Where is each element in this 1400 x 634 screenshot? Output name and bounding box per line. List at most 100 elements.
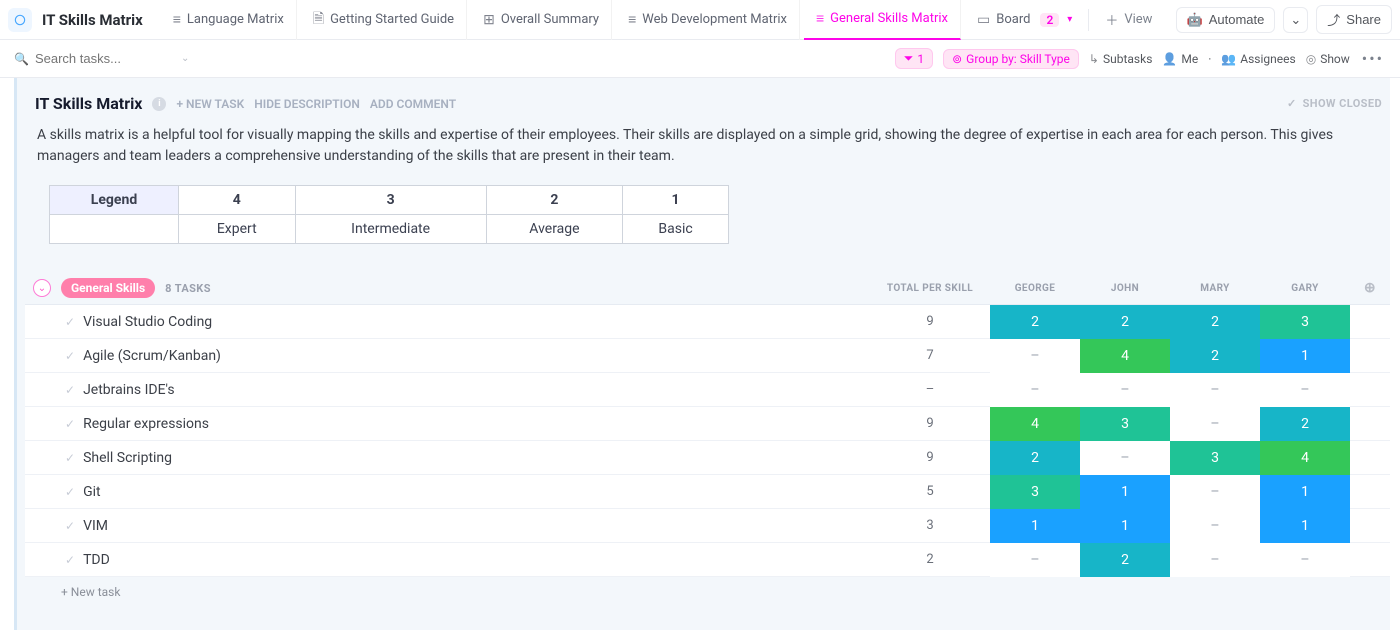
search-input[interactable] [35,51,175,66]
search-wrap: 🔍 ⌄ [14,51,214,66]
plus-icon: ＋ [1105,10,1118,29]
table-row[interactable]: ✓Git531–1 [25,475,1390,509]
table-row[interactable]: ✓Shell Scripting92–34 [25,441,1390,475]
group-by-chip[interactable]: ⊚Group by: Skill Type [943,49,1079,69]
skill-value-cell[interactable]: – [1170,475,1260,509]
info-icon[interactable] [152,97,166,111]
subtasks-toggle[interactable]: ↳Subtasks [1089,52,1152,66]
tab-web-dev-matrix[interactable]: ≡Web Development Matrix [616,0,800,40]
tab-getting-started[interactable]: 🗎Getting Started Guide [301,0,467,40]
skill-value-cell[interactable]: 1 [1080,475,1170,509]
skill-value-cell[interactable]: 2 [990,305,1080,339]
group-collapse-toggle[interactable]: ⌄ [33,279,51,297]
skill-value-cell[interactable]: – [1170,407,1260,441]
skill-value-cell[interactable]: 2 [1080,305,1170,339]
eye-icon: ◎ [1306,52,1316,66]
skill-value-cell[interactable]: – [990,339,1080,373]
task-name-cell[interactable]: ✓Visual Studio Coding [25,314,870,330]
tab-general-skills-matrix[interactable]: ≡General Skills Matrix [804,0,961,40]
more-menu[interactable]: ••• [1360,49,1386,68]
table-row[interactable]: ✓TDD2–2–– [25,543,1390,577]
assignees-toggle[interactable]: 👥Assignees [1221,52,1295,66]
col-person-header[interactable]: JOHN [1080,283,1170,294]
legend-header: Legend [50,186,179,215]
skill-value-cell[interactable]: – [1260,543,1350,577]
chevron-down-icon[interactable]: ⌄ [181,53,189,64]
table-row[interactable]: ✓Regular expressions943–2 [25,407,1390,441]
skill-value-cell[interactable]: 2 [1080,543,1170,577]
task-name-cell[interactable]: ✓Git [25,484,870,500]
automate-chevron-button[interactable]: ⌄ [1283,7,1308,33]
check-icon: ✓ [65,349,75,363]
new-task-link[interactable]: + NEW TASK [176,97,244,111]
skill-value-cell[interactable]: 1 [1080,509,1170,543]
skill-value-cell[interactable]: 2 [1260,407,1350,441]
skill-value-cell[interactable]: 1 [1260,475,1350,509]
skill-value-cell[interactable]: 1 [990,509,1080,543]
panel-title: IT Skills Matrix [35,94,142,113]
skill-value-cell[interactable]: 2 [1170,305,1260,339]
skill-value-cell[interactable]: – [1170,373,1260,407]
tab-overall-summary[interactable]: ⊞Overall Summary [471,0,612,40]
toolbar: 🔍 ⌄ ⏷1 ⊚Group by: Skill Type ↳Subtasks 👤… [0,40,1400,78]
tab-label: Web Development Matrix [642,12,787,27]
table-row[interactable]: ✓Visual Studio Coding92223 [25,305,1390,339]
task-name-cell[interactable]: ✓Regular expressions [25,416,870,432]
me-toggle[interactable]: 👤Me [1162,52,1198,66]
task-name-cell[interactable]: ✓TDD [25,552,870,568]
show-closed-toggle[interactable]: ✓SHOW CLOSED [1287,97,1382,110]
skill-value-cell[interactable]: – [990,543,1080,577]
skill-value-cell[interactable]: 3 [1080,407,1170,441]
table-icon: ⊞ [483,12,495,28]
skill-value-cell[interactable]: – [990,373,1080,407]
share-button[interactable]: ⤴ Share [1316,5,1392,34]
legend-level: 1 [623,186,729,215]
main-panel: IT Skills Matrix + NEW TASK HIDE DESCRIP… [14,78,1390,630]
table-row[interactable]: ✓Agile (Scrum/Kanban)7–421 [25,339,1390,373]
task-name-cell[interactable]: ✓VIM [25,518,870,534]
filter-chip[interactable]: ⏷1 [895,48,933,69]
skill-value-cell[interactable]: – [1170,543,1260,577]
skill-value-cell[interactable]: 1 [1260,339,1350,373]
hide-description-link[interactable]: HIDE DESCRIPTION [254,97,360,111]
skill-value-cell[interactable]: 4 [990,407,1080,441]
show-toggle[interactable]: ◎Show [1306,52,1350,66]
add-comment-link[interactable]: ADD COMMENT [370,97,456,111]
new-task-row[interactable]: + New task [25,577,1390,599]
task-name-cell[interactable]: ✓Shell Scripting [25,450,870,466]
legend-level: 3 [295,186,486,215]
add-view-button[interactable]: ＋View [1093,10,1164,29]
group-name-badge[interactable]: General Skills [61,278,155,298]
panel-header: IT Skills Matrix + NEW TASK HIDE DESCRIP… [25,94,1390,119]
skill-value-cell[interactable]: 4 [1080,339,1170,373]
automate-button[interactable]: 🤖 Automate [1176,7,1276,33]
add-column-button[interactable]: ⊕ [1350,280,1390,296]
person-icon: 👤 [1162,52,1177,66]
skill-value-cell[interactable]: 1 [1260,509,1350,543]
skill-value-cell[interactable]: – [1260,373,1350,407]
tab-language-matrix[interactable]: ≡Language Matrix [161,0,297,40]
tab-label: Language Matrix [187,12,284,27]
col-person-header[interactable]: GEORGE [990,283,1080,294]
table-row[interactable]: ✓VIM311–1 [25,509,1390,543]
skill-value-cell[interactable]: 2 [990,441,1080,475]
topbar: IT Skills Matrix ≡Language Matrix 🗎Getti… [0,0,1400,40]
skill-value-cell[interactable]: – [1080,441,1170,475]
legend-level: 2 [486,186,622,215]
col-person-header[interactable]: GARY [1260,283,1350,294]
skill-value-cell[interactable]: – [1170,509,1260,543]
skill-value-cell[interactable]: 3 [1260,305,1350,339]
tab-board[interactable]: ▭ Board 2 ▾ [965,0,1084,40]
skill-value-cell[interactable]: 4 [1260,441,1350,475]
task-name-cell[interactable]: ✓Agile (Scrum/Kanban) [25,348,870,364]
skill-value-cell[interactable]: – [1080,373,1170,407]
col-person-header[interactable]: MARY [1170,283,1260,294]
skill-value-cell[interactable]: 3 [1170,441,1260,475]
table-row[interactable]: ✓Jetbrains IDE's––––– [25,373,1390,407]
automate-label: Automate [1209,12,1265,27]
panel-description: A skills matrix is a helpful tool for vi… [25,119,1390,185]
skill-value-cell[interactable]: 2 [1170,339,1260,373]
skill-value-cell[interactable]: 3 [990,475,1080,509]
check-icon: ✓ [65,383,75,397]
task-name-cell[interactable]: ✓Jetbrains IDE's [25,382,870,398]
